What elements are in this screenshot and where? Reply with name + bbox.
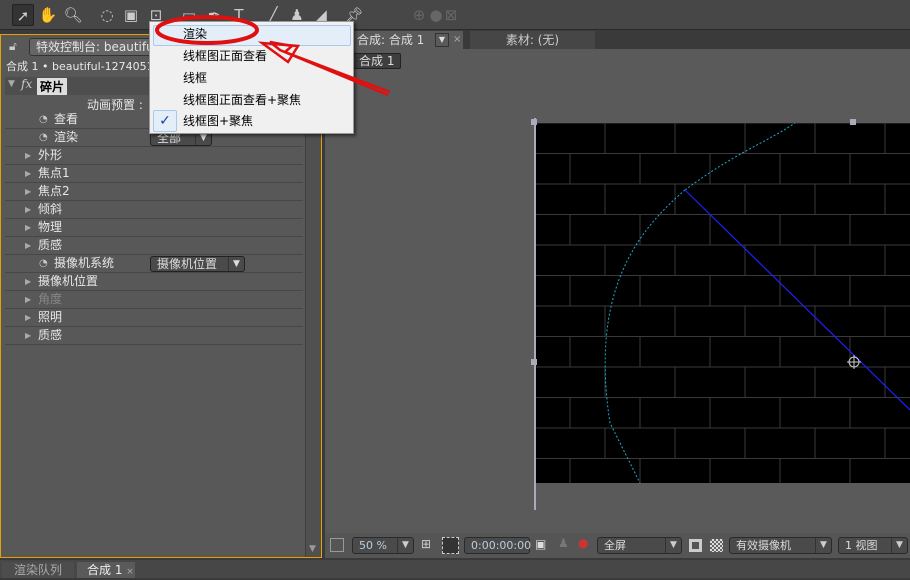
scroll-down-icon: ▼: [309, 544, 316, 554]
expand-triangle-icon[interactable]: ▶: [25, 309, 31, 326]
tab-footage[interactable]: 素材: (无): [470, 31, 595, 49]
property-row[interactable]: ▶ 外形: [5, 147, 303, 165]
layer-handle[interactable]: [531, 359, 537, 365]
property-row[interactable]: ▶ 角度: [5, 291, 303, 309]
layer-handle[interactable]: [850, 119, 856, 125]
comp-flow-button[interactable]: 合成 1: [352, 53, 402, 69]
property-row[interactable]: ▶ 摄像机位置: [5, 273, 303, 291]
composition-viewer[interactable]: [535, 123, 910, 483]
close-icon: ×: [126, 567, 134, 577]
layer-path: 合成 1 • beautiful-1274051_: [6, 60, 160, 73]
tab-comp-1[interactable]: 合成 1 ×: [77, 562, 135, 578]
layer-handle[interactable]: [531, 119, 537, 125]
property-label: 质感: [38, 328, 63, 342]
expand-triangle-icon[interactable]: ▶: [25, 183, 31, 200]
property-label: 外形: [38, 148, 63, 162]
checkmark-icon: ✓: [153, 110, 177, 132]
property-row[interactable]: ◔ 摄像机系统 摄像机位置 ▼: [5, 255, 303, 273]
property-label: 质感: [38, 238, 63, 252]
selection-tool-icon[interactable]: ➚: [12, 4, 34, 26]
view-axis-icon[interactable]: ⊠: [440, 4, 462, 26]
stopwatch-icon[interactable]: ◔: [39, 111, 48, 128]
viewer-controls: 50 % ▼ ⊞ 0:00:00:00 ▣ ♟ ● 全屏 ▼ 有效摄像机 ▼ 1 视图…: [325, 533, 910, 558]
stopwatch-icon[interactable]: ◔: [39, 255, 48, 272]
expand-triangle-icon[interactable]: ▶: [25, 219, 31, 236]
views-dropdown[interactable]: 1 视图 ▼: [838, 537, 908, 554]
show-snapshot-icon[interactable]: ♟: [558, 536, 569, 550]
expand-triangle-icon[interactable]: ▶: [25, 327, 31, 344]
fx-icon[interactable]: fx: [21, 77, 32, 91]
property-row[interactable]: ▶ 焦点1: [5, 165, 303, 183]
color-channels-icon[interactable]: ●: [578, 536, 588, 550]
expand-triangle-icon[interactable]: ▶: [25, 273, 31, 290]
safe-margins-icon[interactable]: ⊞: [421, 537, 431, 551]
expand-triangle-icon[interactable]: ▶: [25, 201, 31, 218]
resolution-dropdown[interactable]: 全屏 ▼: [597, 537, 682, 554]
wireframe-render: [535, 123, 910, 483]
effect-name[interactable]: 碎片: [37, 78, 68, 95]
tab-composition[interactable]: 合成: 合成 1 ▼ ×: [353, 31, 463, 49]
layer-bound-edge: [534, 118, 536, 510]
lock-icon[interactable]: 🔓︎: [9, 39, 17, 54]
camera-arc-top: [684, 123, 796, 191]
menu-item-wireframe-front[interactable]: 线框图正面查看: [183, 46, 267, 66]
expand-triangle-icon[interactable]: ▶: [25, 147, 31, 164]
property-row[interactable]: ▶ 物理: [5, 219, 303, 237]
property-row[interactable]: ▶ 质感: [5, 237, 303, 255]
effect-controls-tab[interactable]: 特效控制台: beautifu: [29, 38, 159, 56]
property-label: 照明: [38, 310, 63, 324]
property-row[interactable]: ▶ 焦点2: [5, 183, 303, 201]
view-mode-menu: ✓ 渲染 线框图正面查看 线框 线框图正面查看+聚焦 线框图+聚焦: [149, 21, 354, 134]
collapse-triangle-icon[interactable]: ▼: [8, 79, 15, 89]
camera-dropdown[interactable]: 有效摄像机 ▼: [729, 537, 832, 554]
property-row[interactable]: ▶ 质感: [5, 327, 303, 345]
tools-toolbar: ➚ ✋ 🔍︎ ◌ ▣ ⊡ ▭ ✒ T ╱ ♟ ◢ 📌︎ ⊕ ● ⊠: [0, 0, 910, 30]
menu-item-render[interactable]: 渲染: [183, 24, 207, 44]
expand-triangle-icon[interactable]: ▶: [25, 291, 31, 308]
hand-tool-icon[interactable]: ✋: [37, 4, 59, 26]
property-label: 焦点1: [38, 166, 70, 180]
close-icon[interactable]: ×: [453, 31, 461, 49]
region-of-interest-icon[interactable]: [442, 537, 459, 554]
property-label: 角度: [38, 292, 63, 306]
property-label: 物理: [38, 220, 63, 234]
timecode-field[interactable]: 0:00:00:00: [464, 537, 531, 554]
focus-line: [684, 189, 910, 411]
rotate-tool-icon[interactable]: ◌: [96, 4, 118, 26]
tab-label: 合成: 合成 1: [357, 33, 425, 47]
snapshot-icon[interactable]: ▣: [535, 537, 546, 551]
menu-item-wireframe[interactable]: 线框: [183, 68, 207, 88]
property-label: 渲染: [54, 130, 79, 144]
zoom-tool-icon[interactable]: 🔍︎: [62, 4, 84, 26]
property-dropdown[interactable]: 摄像机位置 ▼: [150, 256, 245, 272]
comp-dropdown-icon[interactable]: ▼: [435, 33, 449, 47]
property-label: 查看: [54, 112, 79, 126]
property-label: 摄像机位置: [38, 274, 99, 288]
tab-render-queue[interactable]: 渲染队列: [2, 562, 74, 578]
property-label: 焦点2: [38, 184, 70, 198]
expand-triangle-icon[interactable]: ▶: [25, 237, 31, 254]
stopwatch-icon[interactable]: ◔: [39, 129, 48, 146]
property-label: 摄像机系统: [54, 256, 115, 270]
property-label: 倾斜: [38, 202, 63, 216]
menu-item-wireframe-focus[interactable]: 线框图+聚焦: [183, 111, 253, 131]
property-row[interactable]: ▶ 倾斜: [5, 201, 303, 219]
transparency-grid-icon[interactable]: [710, 539, 723, 552]
bottom-tabs: 渲染队列 合成 1 ×: [0, 560, 910, 578]
camera-tool-icon[interactable]: ▣: [120, 4, 142, 26]
always-preview-icon[interactable]: [330, 538, 344, 552]
menu-item-wireframe-front-focus[interactable]: 线框图正面查看+聚焦: [183, 90, 301, 110]
expand-triangle-icon[interactable]: ▶: [25, 165, 31, 182]
fast-previews-icon[interactable]: [689, 539, 702, 552]
property-row[interactable]: ▶ 照明: [5, 309, 303, 327]
zoom-dropdown[interactable]: 50 % ▼: [352, 537, 414, 554]
